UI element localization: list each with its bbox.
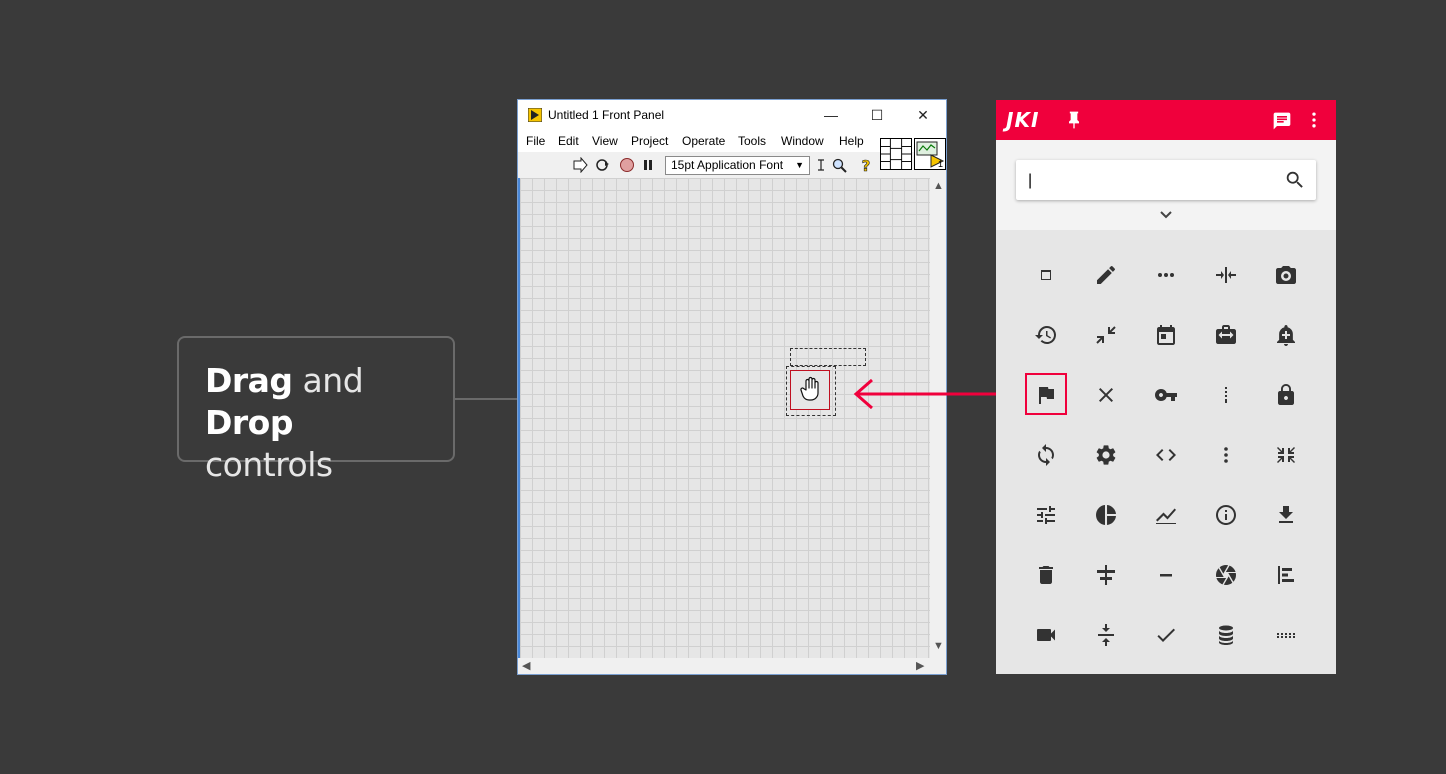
align-center-icon[interactable] — [1076, 545, 1136, 605]
jki-icon-palette-panel: JKI — [996, 100, 1336, 674]
pin-icon[interactable] — [1064, 109, 1084, 131]
front-panel-canvas[interactable] — [518, 178, 930, 658]
vertical-split-icon[interactable] — [1196, 245, 1256, 305]
callout-text: Drag and Drop controls — [205, 360, 453, 486]
font-select[interactable]: 15pt Application Font ▼ — [665, 156, 810, 175]
callout-connector-line — [455, 398, 519, 400]
window-title: Untitled 1 Front Panel — [548, 108, 665, 122]
web-asset-icon[interactable] — [1016, 245, 1076, 305]
delete-icon[interactable] — [1016, 545, 1076, 605]
callout-bold-drag: Drag — [205, 361, 293, 400]
more-vert-icon[interactable] — [1304, 110, 1324, 130]
minimize-button[interactable]: — — [808, 100, 854, 130]
remove-icon[interactable] — [1136, 545, 1196, 605]
horizontal-scrollbar[interactable]: ◀ ▶ — [518, 658, 946, 674]
compress-icon[interactable] — [1076, 305, 1136, 365]
menu-edit[interactable]: Edit — [558, 134, 579, 148]
callout-and: and — [292, 361, 364, 400]
more-vert-icon[interactable] — [1196, 425, 1256, 485]
menu-file[interactable]: File — [526, 134, 545, 148]
lock-icon[interactable] — [1256, 365, 1316, 425]
run-arrow-icon[interactable] — [572, 157, 588, 173]
callout-bold-drop: Drop — [205, 403, 293, 442]
abort-icon[interactable] — [619, 157, 635, 173]
chat-icon[interactable] — [1272, 111, 1292, 131]
menu-project[interactable]: Project — [631, 134, 668, 148]
callout-controls: controls — [205, 445, 333, 484]
vi-icon[interactable]: 1 — [914, 138, 946, 170]
dropped-control-label-outline — [790, 348, 866, 366]
work-transfer-icon[interactable] — [1196, 305, 1256, 365]
search-box[interactable] — [1016, 160, 1316, 200]
scroll-down-icon[interactable]: ▼ — [933, 640, 944, 652]
align-left-icon[interactable] — [1256, 545, 1316, 605]
key-icon[interactable] — [1136, 365, 1196, 425]
show-chart-icon[interactable] — [1136, 485, 1196, 545]
camera-aperture-icon[interactable] — [1196, 545, 1256, 605]
tune-icon[interactable] — [1016, 485, 1076, 545]
download-icon[interactable] — [1256, 485, 1316, 545]
search-icon[interactable] — [1284, 169, 1306, 191]
more-horiz-icon[interactable] — [1136, 245, 1196, 305]
drag-drop-callout: Drag and Drop controls — [177, 336, 455, 484]
add-alert-icon[interactable] — [1256, 305, 1316, 365]
chevron-down-icon: ▼ — [795, 160, 804, 170]
search-area — [996, 140, 1336, 230]
calendar-icon[interactable] — [1136, 305, 1196, 365]
close-button[interactable]: ✕ — [900, 100, 946, 130]
maximize-button[interactable]: ☐ — [854, 100, 900, 130]
font-select-value: 15pt Application Font — [671, 158, 784, 172]
scroll-right-icon[interactable]: ▶ — [916, 659, 924, 672]
menu-window[interactable]: Window — [781, 134, 824, 148]
text-align-icon[interactable] — [816, 157, 832, 173]
jki-header: JKI — [996, 100, 1336, 140]
menu-tools[interactable]: Tools — [738, 134, 766, 148]
compress-arrows-icon[interactable] — [1256, 425, 1316, 485]
settings-icon[interactable] — [1076, 425, 1136, 485]
jki-logo: JKI — [1006, 108, 1040, 132]
close-icon[interactable] — [1076, 365, 1136, 425]
vertical-scrollbar[interactable]: ▲ ▼ — [930, 178, 946, 658]
run-continuously-icon[interactable] — [594, 157, 610, 173]
code-icon[interactable] — [1136, 425, 1196, 485]
search-input[interactable] — [1026, 168, 1280, 194]
menu-help[interactable]: Help — [839, 134, 864, 148]
info-icon[interactable] — [1196, 485, 1256, 545]
flag-icon[interactable] — [1016, 365, 1076, 425]
menu-view[interactable]: View — [592, 134, 618, 148]
pie-chart-icon[interactable] — [1076, 485, 1136, 545]
camera-icon[interactable] — [1256, 245, 1316, 305]
connector-pane-icon[interactable] — [880, 138, 912, 170]
sync-icon[interactable] — [1016, 425, 1076, 485]
pause-icon[interactable] — [640, 157, 656, 173]
scroll-up-icon[interactable]: ▲ — [933, 180, 944, 192]
svg-text:?: ? — [862, 157, 871, 173]
check-icon[interactable] — [1136, 605, 1196, 665]
labview-app-icon — [528, 108, 542, 122]
zoom-icon[interactable] — [831, 157, 847, 173]
storage-icon[interactable] — [1196, 605, 1256, 665]
dots-grid-icon[interactable] — [1256, 605, 1316, 665]
vertical-align-center-icon[interactable] — [1076, 605, 1136, 665]
scroll-left-icon[interactable]: ◀ — [522, 659, 530, 672]
window-titlebar[interactable]: Untitled 1 Front Panel — ☐ ✕ — [518, 100, 946, 130]
videocam-icon[interactable] — [1016, 605, 1076, 665]
restore-icon[interactable] — [1016, 305, 1076, 365]
chevron-down-icon[interactable] — [1156, 208, 1176, 222]
vi-icon-number: 1 — [937, 159, 943, 169]
edit-icon[interactable] — [1076, 245, 1136, 305]
context-help-icon[interactable]: ? — [858, 157, 874, 173]
menu-operate[interactable]: Operate — [682, 134, 725, 148]
drag-vertical-icon[interactable] — [1196, 365, 1256, 425]
drag-arrow-icon — [853, 378, 1020, 410]
grab-hand-cursor-icon — [800, 376, 819, 401]
